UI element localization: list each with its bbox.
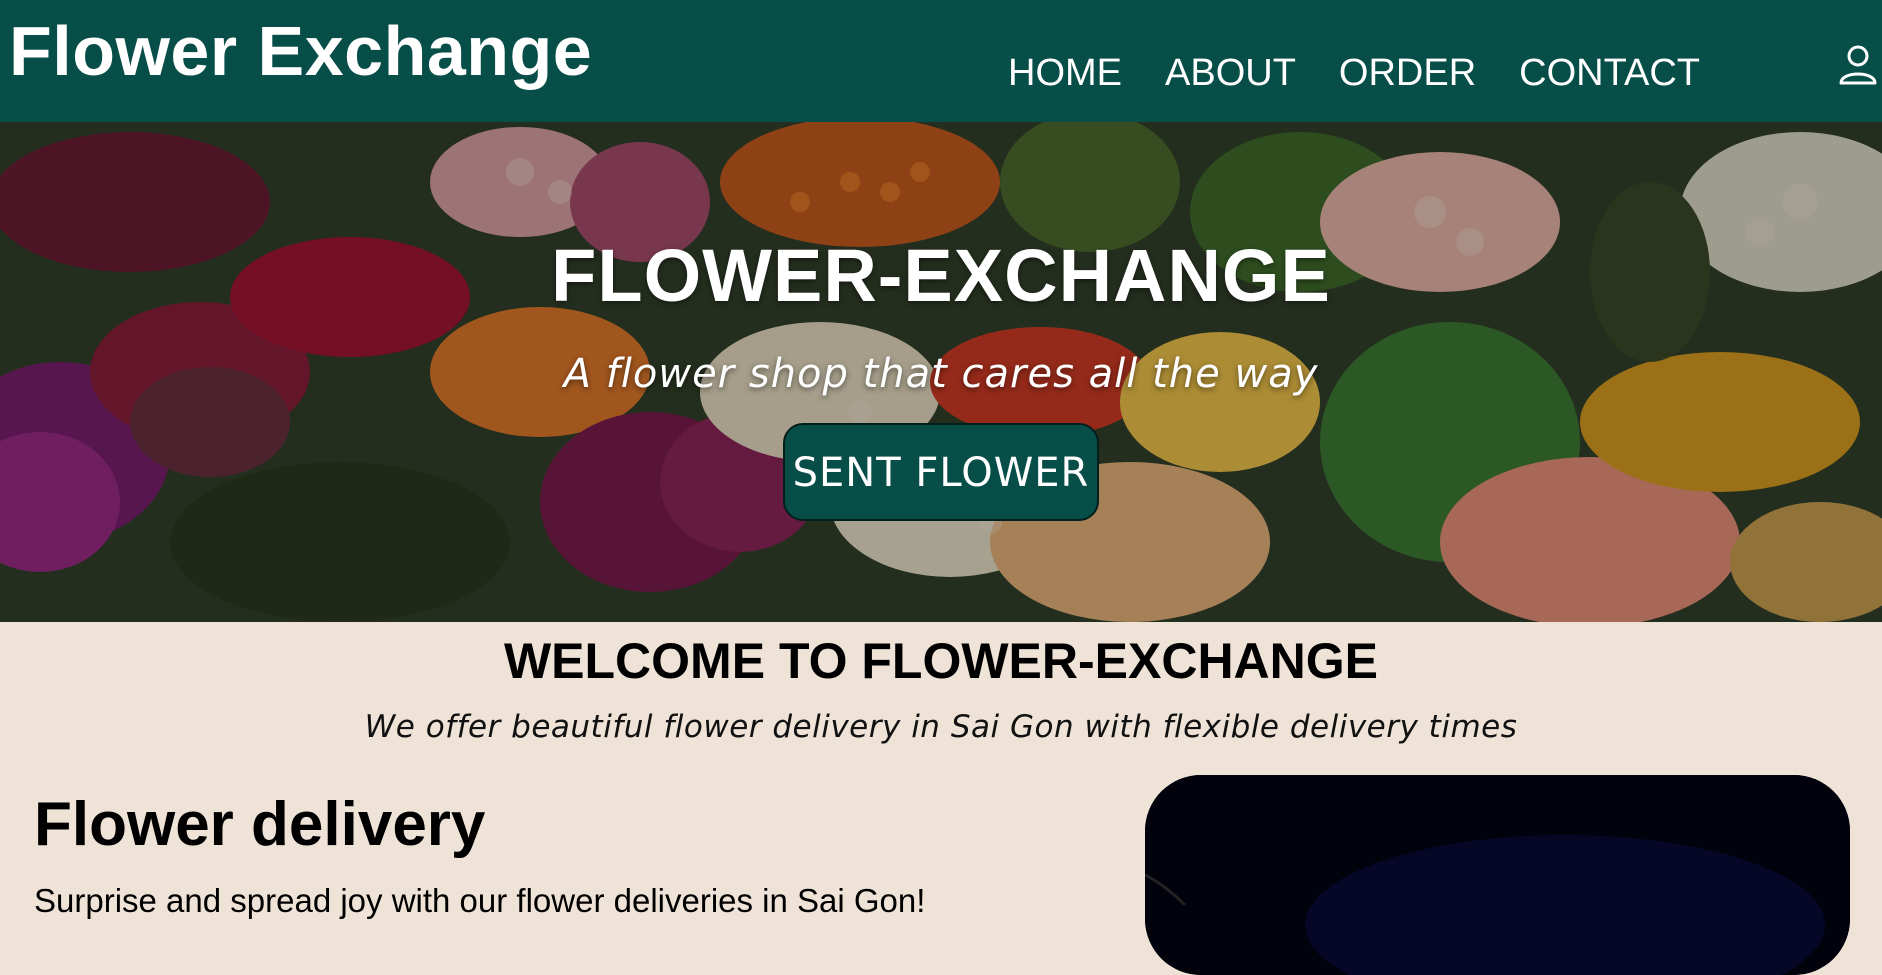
brand-logo[interactable]: Flower Exchange bbox=[9, 16, 592, 86]
hero-title: FLOWER-EXCHANGE bbox=[551, 234, 1331, 317]
hero-banner: FLOWER-EXCHANGE A flower shop that cares… bbox=[0, 122, 1882, 622]
nav-contact[interactable]: CONTACT bbox=[1519, 54, 1700, 92]
main-nav: HOME ABOUT ORDER CONTACT bbox=[1008, 54, 1743, 92]
welcome-subtitle: We offer beautiful flower delivery in Sa… bbox=[364, 709, 1518, 745]
nav-home[interactable]: HOME bbox=[1008, 54, 1122, 92]
delivery-heading: Flower delivery bbox=[34, 790, 486, 859]
site-header: Flower Exchange HOME ABOUT ORDER CONTACT bbox=[0, 0, 1882, 122]
nav-about[interactable]: ABOUT bbox=[1165, 54, 1296, 92]
nav-order[interactable]: ORDER bbox=[1339, 54, 1476, 92]
user-icon[interactable] bbox=[1838, 44, 1878, 86]
delivery-image bbox=[1145, 775, 1850, 975]
delivery-text: Surprise and spread joy with our flower … bbox=[34, 882, 926, 919]
hero-subtitle: A flower shop that cares all the way bbox=[563, 351, 1319, 397]
welcome-heading: WELCOME TO FLOWER-EXCHANGE bbox=[503, 633, 1379, 689]
delivery-photo bbox=[1145, 775, 1850, 975]
sent-flower-button[interactable]: SENT FLOWER bbox=[783, 423, 1099, 521]
